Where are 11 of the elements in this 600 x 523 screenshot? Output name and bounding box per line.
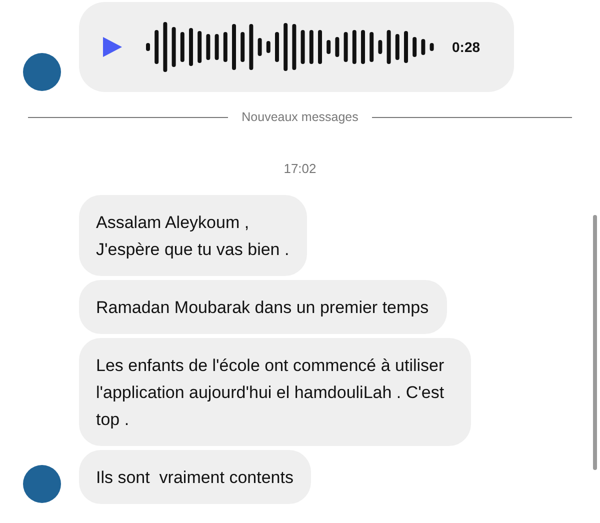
scrollbar[interactable] <box>593 215 597 470</box>
play-icon[interactable] <box>103 37 122 57</box>
avatar <box>23 465 61 503</box>
message-bubble: Ramadan Moubarak dans un premier temps <box>79 280 447 334</box>
message-bubble: Ils sont vraiment contents <box>79 450 312 504</box>
new-messages-label: Nouveaux messages <box>242 110 358 124</box>
avatar <box>23 53 61 91</box>
message-bubble: Assalam Aleykoum , J'espère que tu vas bien . <box>79 195 308 276</box>
duration: 0:28 <box>452 39 480 55</box>
timestamp: 17:02 <box>284 161 316 176</box>
message-bubble: Les enfants de l'école ont commencé à utiliser l'application aujourd'hui el hamdouliLah . C'est top . <box>79 338 471 446</box>
